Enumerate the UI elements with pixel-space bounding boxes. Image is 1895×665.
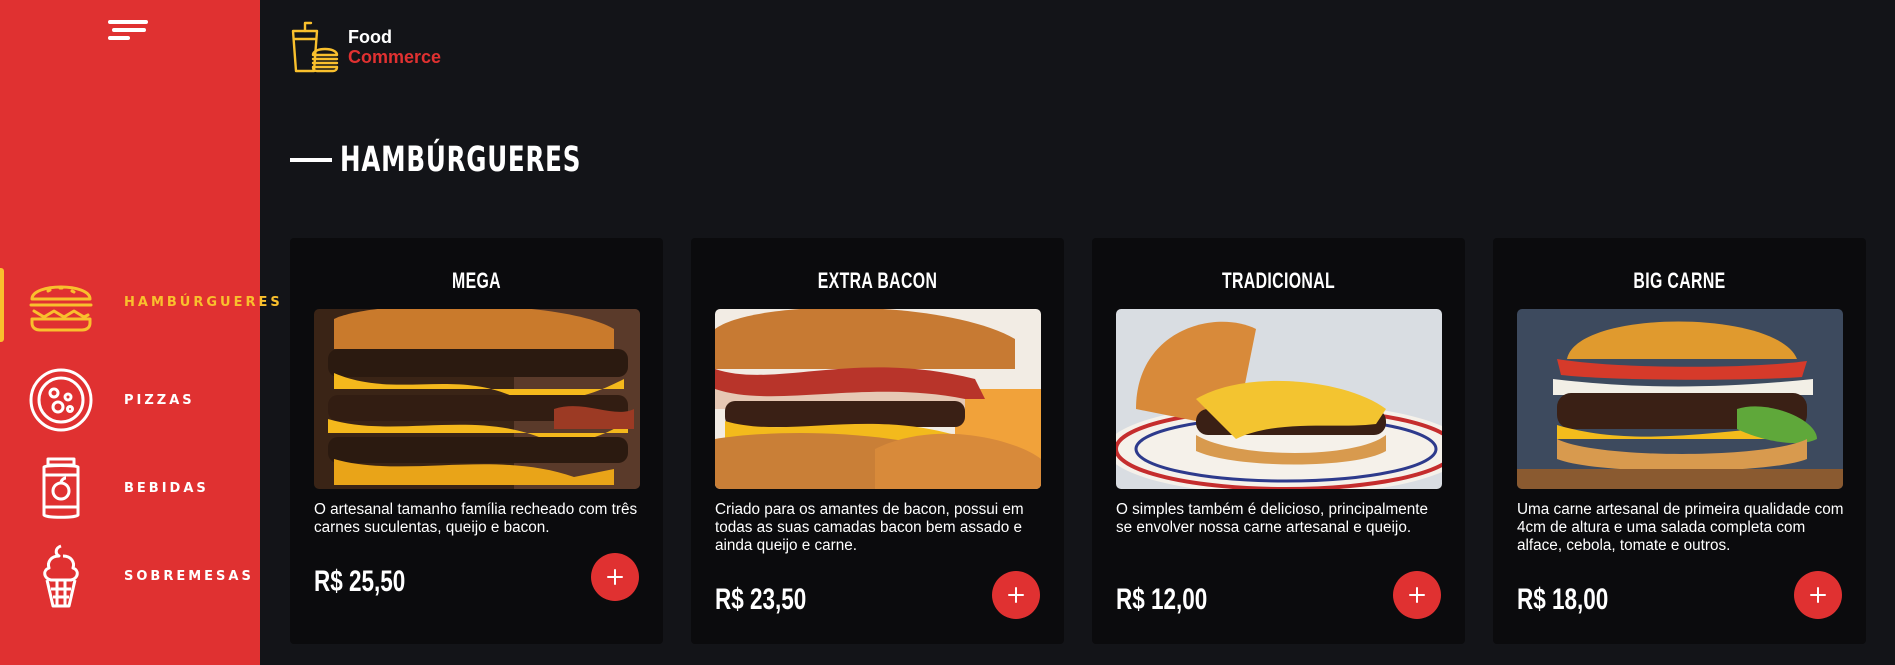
category-nav: HAMBÚRGUERES PIZZAS BEBIDAS SOBREMESAS [0, 268, 280, 620]
sidebar-item-hamburgueres[interactable]: HAMBÚRGUERES [0, 268, 280, 356]
brand-name: Food Commerce [348, 27, 441, 67]
product-price: R$ 12,00 [1116, 583, 1208, 616]
brand-logo[interactable]: Food Commerce [289, 21, 441, 73]
product-price: R$ 18,00 [1517, 583, 1609, 616]
product-description: Uma carne artesanal de primeira qualidad… [1517, 501, 1844, 554]
product-image [1517, 309, 1843, 489]
sidebar-item-pizzas[interactable]: PIZZAS [0, 356, 260, 444]
brand-name-line2: Commerce [348, 47, 442, 67]
plus-icon [1409, 587, 1425, 603]
sidebar-item-label: PIZZAS [124, 392, 195, 408]
menu-icon[interactable] [108, 20, 150, 42]
product-description: O artesanal tamanho família recheado com… [314, 501, 638, 536]
product-image [314, 309, 640, 489]
pizza-icon [28, 367, 94, 433]
add-to-cart-button[interactable] [591, 553, 639, 601]
product-name: BIG CARNE [1633, 268, 1726, 293]
product-price: R$ 25,50 [314, 565, 406, 598]
add-to-cart-button[interactable] [1794, 571, 1842, 619]
sidebar-item-label: SOBREMESAS [124, 568, 254, 584]
add-to-cart-button[interactable] [992, 571, 1040, 619]
product-card: MEGA O artesanal tamanho família rechead… [290, 238, 663, 644]
drink-can-icon [28, 455, 94, 521]
ice-cream-icon [28, 543, 94, 609]
product-price: R$ 23,50 [715, 583, 807, 616]
product-card: EXTRA BACON Criado para os amantes de ba… [691, 238, 1064, 644]
sidebar-item-label: HAMBÚRGUERES [124, 295, 283, 310]
sidebar-item-sobremesas[interactable]: SOBREMESAS [0, 532, 260, 620]
product-name: TRADICIONAL [1221, 268, 1336, 293]
heading-dash [290, 158, 332, 162]
product-card: BIG CARNE Uma carne artesanal de primeir… [1493, 238, 1866, 644]
burger-icon [28, 272, 94, 338]
product-image [715, 309, 1041, 489]
plus-icon [1810, 587, 1826, 603]
brand-name-line1: Food [348, 27, 392, 47]
product-image [1116, 309, 1442, 489]
product-name: MEGA [452, 268, 501, 293]
sidebar-item-bebidas[interactable]: BEBIDAS [0, 444, 260, 532]
fast-food-icon [289, 21, 341, 73]
page-title: HAMBÚRGUERES [340, 140, 582, 180]
product-card: TRADICIONAL O simples também é delicioso… [1092, 238, 1465, 644]
product-name: EXTRA BACON [817, 268, 938, 293]
add-to-cart-button[interactable] [1393, 571, 1441, 619]
product-description: Criado para os amantes de bacon, possui … [715, 501, 1024, 554]
product-description: O simples também é delicioso, principalm… [1116, 501, 1429, 536]
sidebar-item-label: BEBIDAS [124, 480, 209, 496]
plus-icon [1008, 587, 1024, 603]
section-heading: HAMBÚRGUERES [290, 140, 649, 180]
sidebar: HAMBÚRGUERES PIZZAS BEBIDAS SOBREMESAS [0, 0, 280, 665]
plus-icon [607, 569, 623, 585]
